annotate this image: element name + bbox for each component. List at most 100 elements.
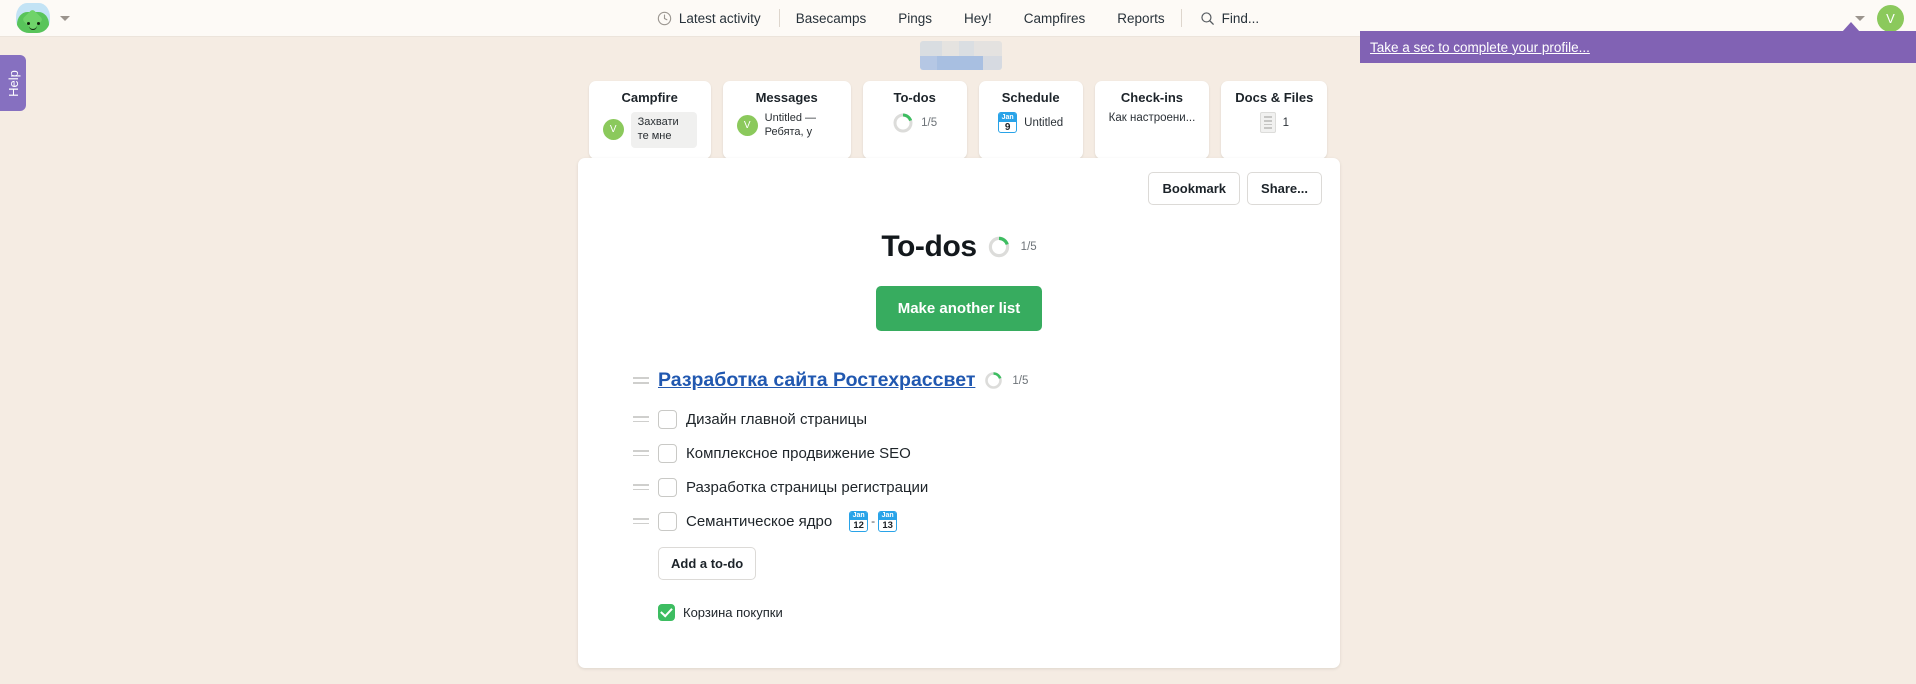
tool-card-count: 1 [1282,116,1290,129]
nav-item-campfires[interactable]: Campfires [1008,0,1102,37]
tool-card-body: Jan 9 Untitled [993,112,1069,133]
grip-line [633,517,649,520]
calendar-icon: Jan 9 [998,112,1018,133]
tool-card-docs-files[interactable]: Docs & Files 1 [1221,81,1328,159]
document-line [1263,127,1272,129]
skeleton-block [974,41,1002,56]
grip-line [633,488,649,491]
skeleton-block [983,55,1002,70]
grip-line [633,382,649,384]
todo-list-header: Разработка сайта Ростехрассвет 1/5 [633,369,1340,392]
drag-handle-icon[interactable] [633,415,649,423]
document-line [1263,116,1272,118]
logo-eye-right [37,22,40,25]
skeleton-block [920,55,937,70]
page-title: To-dos [881,230,977,263]
grip-line [633,483,649,486]
profile-completion-tooltip[interactable]: Take a sec to complete your profile... [1360,31,1916,63]
tool-card-title: Messages [755,90,818,105]
table-row[interactable]: Дизайн главной страницы [633,402,1340,436]
todo-checkbox[interactable] [658,511,677,531]
chevron-down-icon[interactable] [60,15,70,21]
tool-card-campfire[interactable]: Campfire V Захвати те мне [588,81,711,159]
logo-group[interactable] [16,3,70,33]
avatar[interactable]: V [1877,5,1904,32]
avatar: V [602,119,624,141]
tool-card-snippet: Захвати те мне [630,112,697,148]
skeleton-row-bottom [920,55,1002,70]
add-a-todo-button[interactable]: Add a to-do [658,547,757,580]
tool-card-title: Docs & Files [1235,90,1314,105]
table-row[interactable]: Комплексное продвижение SEO [633,436,1340,470]
drag-handle-icon[interactable] [633,517,649,525]
search-icon [1200,11,1214,25]
todo-checkbox[interactable] [658,409,677,429]
nav-item-hey[interactable]: Hey! [948,0,1008,37]
tool-card-schedule[interactable]: Schedule Jan 9 Untitled [978,81,1083,159]
todo-list-title-link[interactable]: Разработка сайта Ростехрассвет [658,369,975,392]
avatar: V [736,115,758,137]
todo-label: Разработка страницы регистрации [686,478,929,496]
skeleton-block [942,41,959,56]
skeleton-row-top [920,41,1002,56]
date-range-separator: - [871,514,876,528]
nav-item-basecamps[interactable]: Basecamps [780,0,883,37]
skeleton-block [959,41,974,56]
progress-donut-icon-list [984,371,1003,390]
todo-label: Семантическое ядро [686,512,833,530]
document-line [1263,119,1272,122]
share-button[interactable]: Share... [1247,172,1322,205]
nav-item-reports[interactable]: Reports [1101,0,1180,37]
nav-item-find[interactable]: Find... [1182,0,1260,37]
nav-item-pings[interactable]: Pings [882,0,948,37]
tool-card-todos[interactable]: To-dos 1/5 [862,81,967,159]
profile-completion-link[interactable]: Take a sec to complete your profile... [1370,40,1590,55]
tool-card-messages[interactable]: Messages V Untitled — Ребята, у [722,81,851,159]
clock-icon [657,11,672,25]
tool-card-title: Check-ins [1120,90,1184,105]
grip-line [633,377,649,379]
bookmark-button[interactable]: Bookmark [1148,172,1241,205]
grip-line [633,449,649,452]
make-another-list-button[interactable]: Make another list [875,286,1043,331]
nav-item-latest-activity[interactable]: Latest activity [657,0,779,37]
date-chip-month: Jan [879,511,897,520]
todo-checkbox-checked[interactable] [658,604,675,621]
document-icon [1259,112,1276,133]
drag-handle-icon[interactable] [633,449,649,457]
tool-card-title: Schedule [1001,90,1060,105]
tool-card-subtitle: Untitled [1024,116,1064,129]
drag-handle-icon[interactable] [633,483,649,491]
nav-label-find: Find... [1221,10,1260,26]
todo-checkbox[interactable] [658,443,677,463]
date-chip-day: 12 [853,519,864,531]
tool-card-body: V Untitled — Ребята, у [736,112,837,140]
progress-donut-icon-page [987,235,1011,259]
tool-card-checkins[interactable]: Check-ins Как настроени... [1094,81,1210,159]
tool-card-body: 1/5 [877,112,953,134]
basecamp-logo-icon[interactable] [16,3,50,33]
todo-list-ratio: 1/5 [1012,374,1029,387]
date-chip-month: Jan [850,511,868,520]
tool-cards-row: Campfire V Захвати те мне Messages V Unt… [0,81,1916,159]
loading-skeleton-placeholder [920,41,1002,70]
table-row[interactable]: Разработка страницы регистрации [633,470,1340,504]
grip-line [633,415,649,418]
tool-card-body: Как настроени... [1109,112,1196,124]
tool-card-ratio: 1/5 [921,117,938,129]
date-chip-start[interactable]: Jan 12 [849,510,869,532]
todo-label: Корзина покупки [683,605,783,620]
tool-card-snippet: Untitled — Ребята, у [764,112,817,138]
table-row[interactable]: Семантическое ядро Jan 12 - Jan 13 [633,504,1340,538]
todo-checkbox[interactable] [658,477,677,497]
tooltip-arrow [1842,22,1860,32]
skeleton-block [920,41,942,56]
date-chip-end[interactable]: Jan 13 [878,510,898,532]
todo-date-range[interactable]: Jan 12 - Jan 13 [847,510,899,532]
grip-line [633,420,649,423]
completed-todo-item[interactable]: Корзина покупки [658,604,1340,621]
grip-line [633,522,649,525]
chevron-down-icon-account[interactable] [1855,16,1865,21]
panel-actions: Bookmark Share... [1148,172,1322,205]
drag-handle-icon[interactable] [633,377,649,384]
